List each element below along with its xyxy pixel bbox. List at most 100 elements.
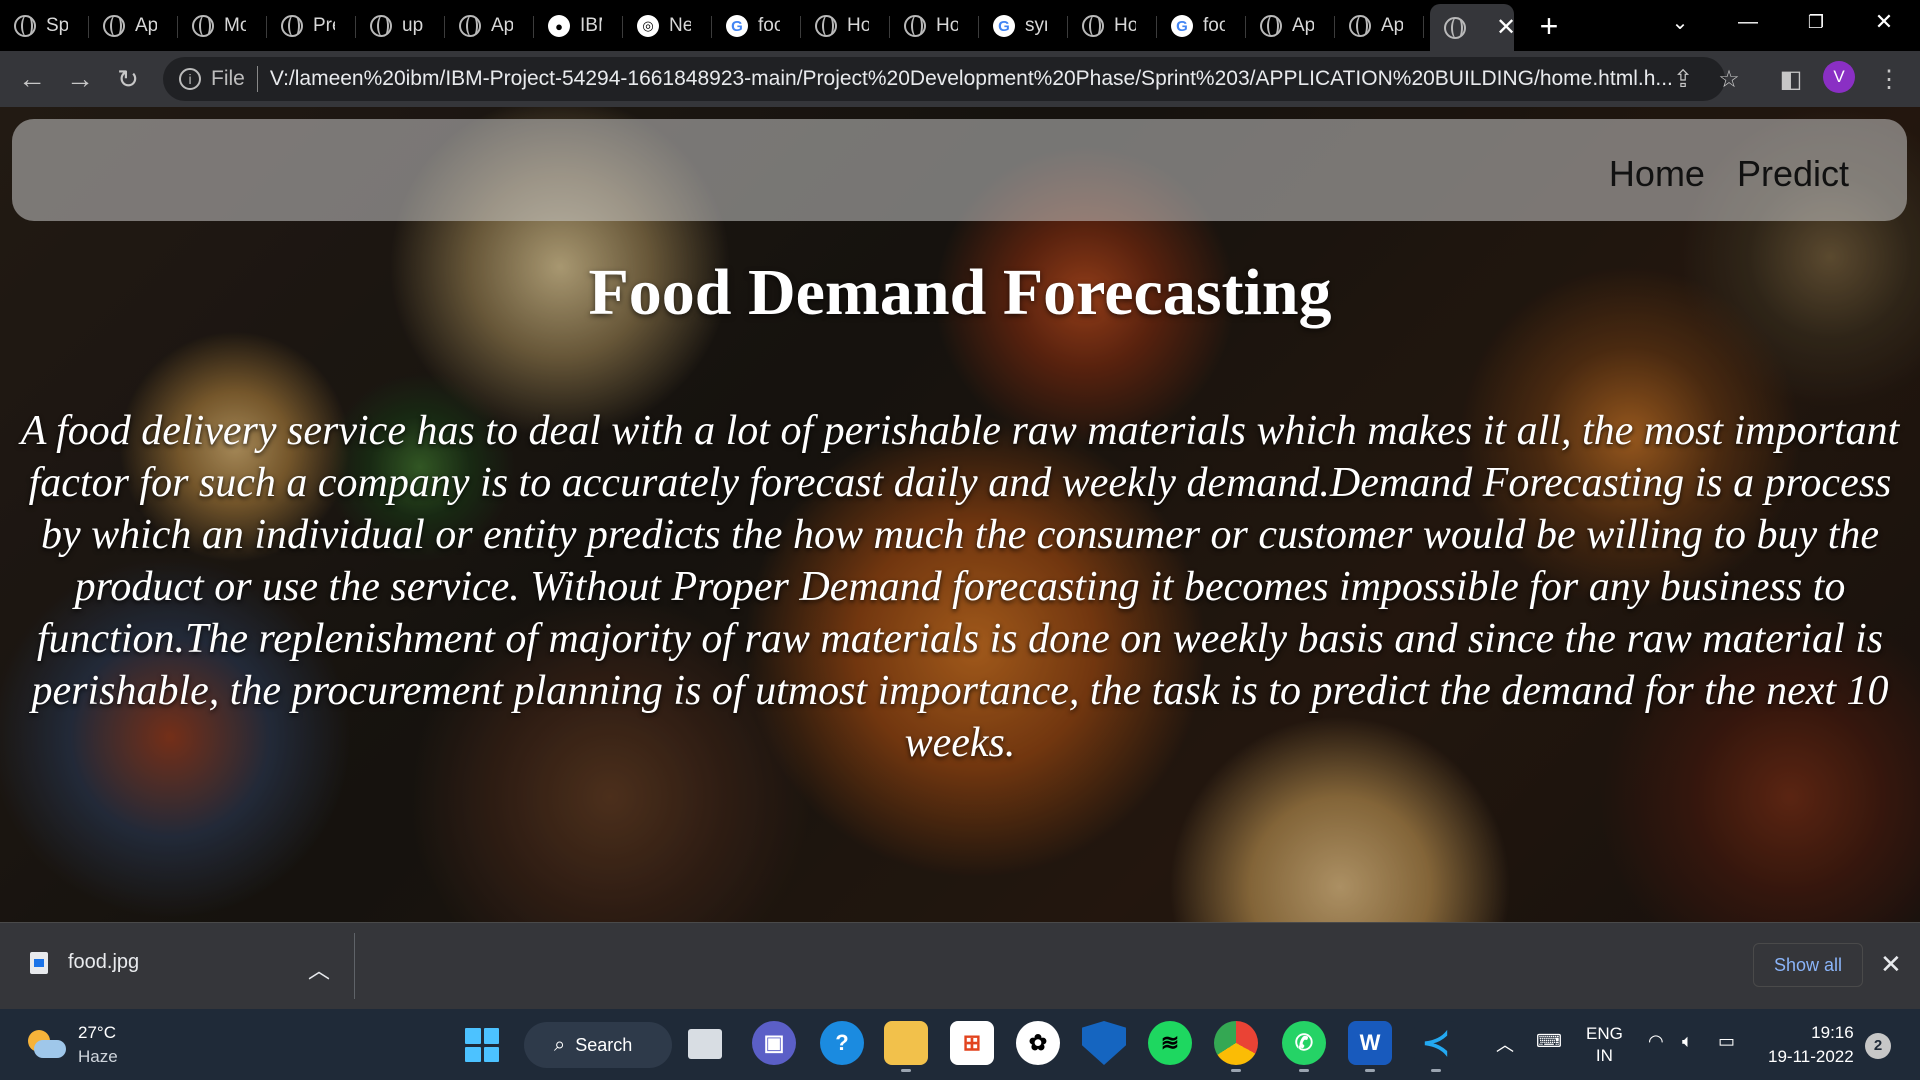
globe-icon xyxy=(1082,15,1104,37)
teams-chat-icon[interactable]: ▣ xyxy=(752,1021,796,1065)
download-divider xyxy=(354,933,355,999)
volume-icon[interactable]: 🔈︎ xyxy=(1682,1031,1693,1052)
taskbar-search-label: Search xyxy=(575,1034,633,1055)
minimize-icon[interactable]: — xyxy=(1718,0,1778,44)
tab-14[interactable]: App xyxy=(1246,6,1335,46)
address-bar[interactable]: i File V:/lameen%20ibm/IBM-Project-54294… xyxy=(163,57,1725,101)
tab-15[interactable]: App xyxy=(1335,6,1424,46)
new-tab-button[interactable]: + xyxy=(1530,8,1568,46)
page-description: A food delivery service has to deal with… xyxy=(20,408,1900,766)
tab-title: App xyxy=(491,15,513,36)
tab-6[interactable]: ● IBM xyxy=(534,6,623,46)
tab-8[interactable]: Gfoo xyxy=(712,6,801,46)
notification-badge[interactable]: 2 xyxy=(1865,1033,1891,1059)
nav-predict-link[interactable]: Predict xyxy=(1737,153,1849,195)
tab-13[interactable]: Gfoo xyxy=(1157,6,1246,46)
weather-widget[interactable]: 27°C Haze xyxy=(26,1021,118,1069)
tab-3[interactable]: Pre xyxy=(267,6,356,46)
download-file-name[interactable]: food.jpg xyxy=(68,951,139,974)
share-icon[interactable]: ⇪ xyxy=(1668,65,1698,95)
chrome-icon[interactable] xyxy=(1214,1021,1258,1072)
tab-title: Pre xyxy=(313,15,335,36)
tab-separator xyxy=(1423,16,1424,38)
openai-icon[interactable]: ✿ xyxy=(1016,1021,1060,1065)
tab-1[interactable]: App xyxy=(89,6,178,46)
globe-icon xyxy=(370,15,392,37)
nav-links: Home Predict xyxy=(1609,153,1849,195)
windows-taskbar: 27°C Haze ⌕ Search ▣ ? ⊞ ✿ ≋ ✆ W ≺ ︿ ⌨ E… xyxy=(0,1009,1920,1080)
taskbar-search[interactable]: ⌕ Search xyxy=(524,1022,672,1068)
close-tab-icon[interactable]: ✕ xyxy=(1496,13,1514,42)
close-download-bar-icon[interactable]: ✕ xyxy=(1880,949,1902,980)
google-icon: G xyxy=(993,15,1015,37)
vscode-icon[interactable]: ≺ xyxy=(1414,1021,1458,1072)
url-text[interactable]: V:/lameen%20ibm/IBM-Project-54294-166184… xyxy=(270,67,1700,91)
tab-title: Sprint xyxy=(46,15,68,36)
chromium-icon: ◎ xyxy=(637,15,659,37)
tab-4[interactable]: upl xyxy=(356,6,445,46)
weather-icon xyxy=(26,1030,66,1060)
globe-icon xyxy=(1260,15,1282,37)
task-view-icon[interactable] xyxy=(688,1029,722,1059)
chevron-up-icon[interactable]: ︿ xyxy=(308,953,330,985)
defender-shield-icon[interactable] xyxy=(1082,1021,1126,1065)
reload-icon[interactable]: ↻ xyxy=(108,59,148,99)
tab-title: App xyxy=(1381,15,1403,36)
restore-icon[interactable]: ❐ xyxy=(1786,0,1846,44)
search-icon: ⌕ xyxy=(554,1033,566,1056)
tab-2[interactable]: Mo xyxy=(178,6,267,46)
clock-time: 19:16 xyxy=(1811,1023,1854,1042)
windows-start-icon[interactable] xyxy=(465,1028,499,1062)
bookmark-star-icon[interactable]: ☆ xyxy=(1714,65,1744,95)
google-icon: G xyxy=(1171,15,1193,37)
whatsapp-icon[interactable]: ✆ xyxy=(1282,1021,1326,1072)
system-clock[interactable]: 19:16 19-11-2022 xyxy=(1768,1021,1854,1069)
file-explorer-icon[interactable] xyxy=(884,1021,928,1072)
region-code: IN xyxy=(1595,1046,1613,1065)
wifi-icon[interactable]: ◠ xyxy=(1648,1031,1664,1052)
tab-10[interactable]: Hor xyxy=(890,6,979,46)
language-indicator[interactable]: ENG IN xyxy=(1586,1023,1623,1067)
google-icon: G xyxy=(726,15,748,37)
close-window-icon[interactable]: ✕ xyxy=(1854,0,1914,44)
tab-title: App xyxy=(1292,15,1314,36)
tab-title: upl xyxy=(402,15,424,36)
tab-0[interactable]: Sprint xyxy=(0,6,89,46)
tab-title: syn xyxy=(1025,15,1047,36)
microsoft-store-icon[interactable]: ⊞ xyxy=(950,1021,994,1065)
tab-title: New xyxy=(669,15,691,36)
weather-temp: 27°C xyxy=(78,1023,116,1042)
tab-title: Hor xyxy=(1114,15,1136,36)
weather-desc: Haze xyxy=(78,1047,118,1066)
tab-search-icon[interactable]: ⌄ xyxy=(1650,0,1710,44)
github-icon: ● xyxy=(548,15,570,37)
tab-11[interactable]: Gsyn xyxy=(979,6,1068,46)
back-arrow-icon[interactable]: ← xyxy=(12,59,52,99)
nav-home-link[interactable]: Home xyxy=(1609,153,1705,195)
tab-active[interactable]: ✕ xyxy=(1430,4,1514,51)
tab-5[interactable]: App xyxy=(445,6,534,46)
forward-arrow-icon[interactable]: → xyxy=(60,59,100,99)
side-panel-icon[interactable]: ◧ xyxy=(1776,65,1806,95)
tray-chevron-up-icon[interactable]: ︿ xyxy=(1496,1031,1514,1057)
page-title: Food Demand Forecasting xyxy=(588,256,1332,329)
globe-icon xyxy=(815,15,837,37)
battery-icon[interactable]: ▭ xyxy=(1718,1031,1735,1052)
tab-12[interactable]: Hor xyxy=(1068,6,1157,46)
tab-9[interactable]: Hor xyxy=(801,6,890,46)
show-all-button[interactable]: Show all xyxy=(1753,943,1863,987)
info-icon[interactable]: i xyxy=(179,68,201,90)
keyboard-icon[interactable]: ⌨ xyxy=(1536,1031,1562,1052)
spotify-icon[interactable]: ≋ xyxy=(1148,1021,1192,1065)
profile-avatar[interactable]: V xyxy=(1823,61,1855,93)
tab-title: IBM xyxy=(580,15,602,36)
download-item[interactable]: food.jpg xyxy=(30,951,139,974)
menu-kebab-icon[interactable]: ⋮ xyxy=(1874,65,1904,95)
tab-title: App xyxy=(135,15,157,36)
address-divider xyxy=(256,66,258,92)
scheme-label: File xyxy=(211,67,245,90)
get-help-icon[interactable]: ? xyxy=(820,1021,864,1065)
tab-7[interactable]: ◎ New xyxy=(623,6,712,46)
word-icon[interactable]: W xyxy=(1348,1021,1392,1072)
download-bar: food.jpg ︿ Show all ✕ xyxy=(0,922,1920,1009)
